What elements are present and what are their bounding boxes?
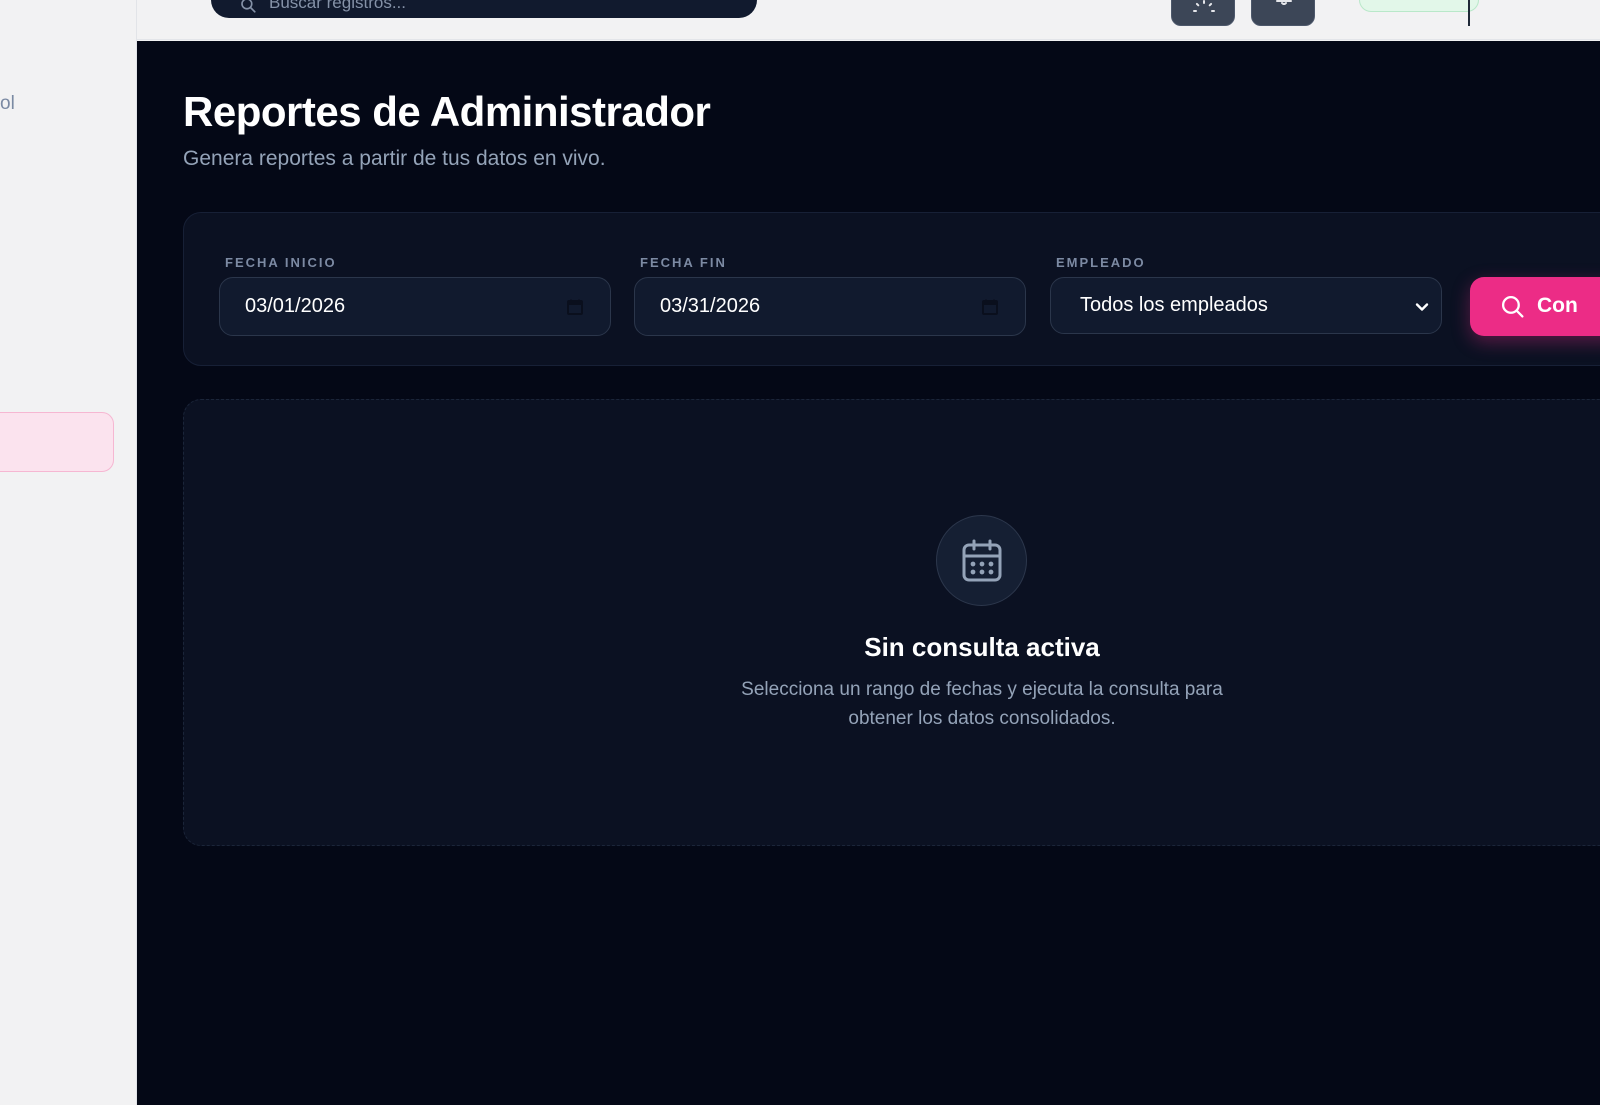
- sidebar: ol: [0, 0, 137, 1105]
- empty-state-description-line: obtener los datos consolidados.: [848, 708, 1116, 729]
- empty-state-title: Sin consulta activa: [864, 632, 1100, 662]
- empty-state-icon-circle: [936, 515, 1027, 606]
- empty-state-description: Selecciona un rango de fechas y ejecuta …: [184, 675, 1600, 733]
- start-date-value: 03/01/2026: [245, 295, 346, 317]
- employee-select[interactable]: Todos los empleados: [1050, 277, 1442, 334]
- page-title: Reportes de Administrador: [183, 88, 711, 135]
- divider: [1468, 0, 1470, 26]
- search-icon: [239, 0, 257, 19]
- empty-state-card: Sin consulta activa Selecciona un rango …: [183, 399, 1600, 846]
- start-date-label: FECHA INICIO: [225, 255, 337, 270]
- search-placeholder: Buscar registros...: [269, 0, 406, 12]
- top-bar: Buscar registros...: [137, 0, 1600, 40]
- theme-toggle-button[interactable]: [1171, 0, 1235, 26]
- main-content: Reportes de Administrador Genera reporte…: [137, 41, 1600, 1105]
- filter-card: FECHA INICIO 03/01/2026 FECHA FIN 03/31/…: [183, 212, 1600, 366]
- employee-value: Todos los empleados: [1080, 294, 1268, 316]
- query-button-label: Con: [1537, 294, 1578, 317]
- end-date-label: FECHA FIN: [640, 255, 727, 270]
- sidebar-item-label[interactable]: ol: [0, 93, 15, 115]
- sidebar-item-active[interactable]: [0, 412, 114, 472]
- empty-state-description-line: Selecciona un rango de fechas y ejecuta …: [741, 679, 1223, 700]
- employee-label: EMPLEADO: [1056, 255, 1146, 270]
- notifications-button[interactable]: [1251, 0, 1315, 26]
- chevron-down-icon: [1415, 300, 1429, 319]
- calendar-icon[interactable]: [982, 299, 998, 320]
- query-button[interactable]: Con: [1470, 277, 1600, 336]
- status-badge[interactable]: [1359, 0, 1479, 12]
- calendar-icon[interactable]: [567, 299, 583, 320]
- page-subtitle: Genera reportes a partir de tus datos en…: [183, 147, 606, 170]
- start-date-field[interactable]: 03/01/2026: [219, 277, 611, 336]
- search-input[interactable]: Buscar registros...: [211, 0, 757, 18]
- end-date-value: 03/31/2026: [660, 295, 761, 317]
- end-date-field[interactable]: 03/31/2026: [634, 277, 1026, 336]
